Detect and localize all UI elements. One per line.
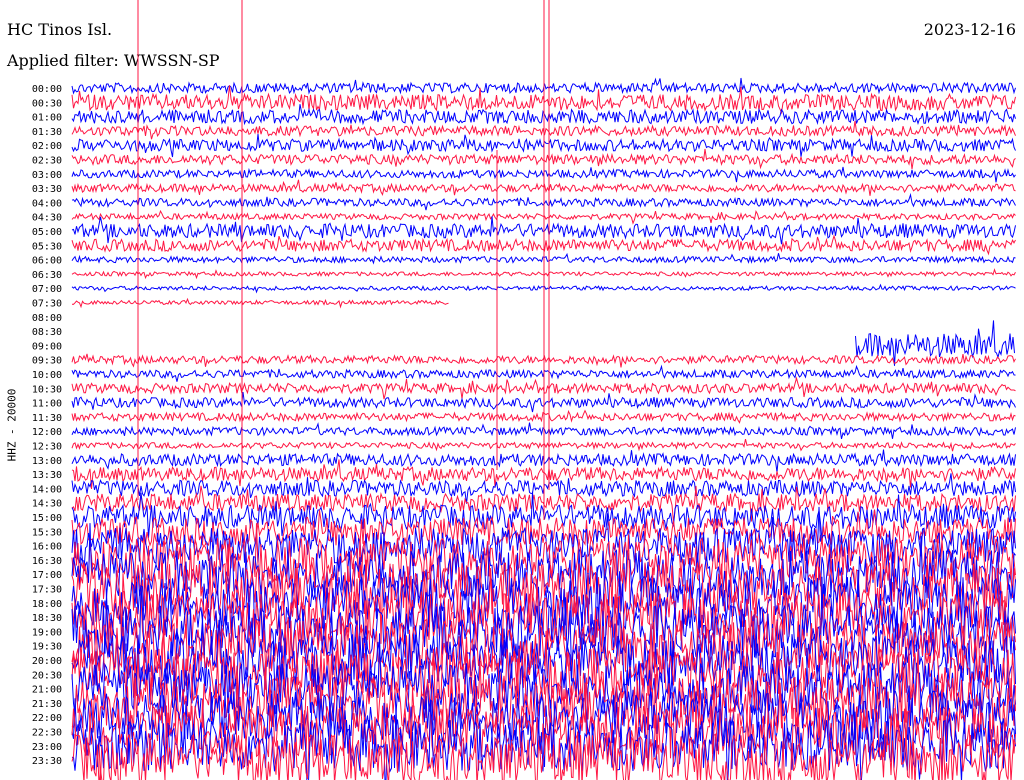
row-label: 20:30 — [32, 670, 62, 681]
seismogram-plot: 00:00 00:30 01:00 01:30 02:00 02:30 03:00 03:30… — [32, 0, 1016, 780]
row-label: 21:30 — [32, 699, 62, 710]
row-label: 17:00 — [32, 570, 62, 581]
row-label: 16:30 — [32, 556, 62, 567]
row-label: 16:00 — [32, 542, 62, 553]
row-label: 17:30 — [32, 585, 62, 596]
row-label: 10:30 — [32, 384, 62, 395]
row-label: 00:30 — [32, 98, 62, 109]
row-label: 11:00 — [32, 399, 62, 410]
row-label: 14:30 — [32, 499, 62, 510]
row-label: 02:00 — [32, 141, 62, 152]
row-label: 07:30 — [32, 299, 62, 310]
helicorder-traces — [71, 0, 1016, 780]
row-label: 23:00 — [32, 742, 62, 753]
row-label: 13:00 — [32, 456, 62, 467]
row-label: 09:00 — [32, 341, 62, 352]
row-label: 00:00 — [32, 84, 62, 95]
row-label: 12:30 — [32, 442, 62, 453]
row-label: 08:00 — [32, 313, 62, 324]
row-label: 14:00 — [32, 484, 62, 495]
row-label: 09:30 — [32, 356, 62, 367]
row-label: 04:30 — [32, 213, 62, 224]
row-label: 22:00 — [32, 713, 62, 724]
row-label: 08:30 — [32, 327, 62, 338]
row-label: 18:30 — [32, 613, 62, 624]
row-label: 01:00 — [32, 113, 62, 124]
row-label: 05:30 — [32, 241, 62, 252]
row-label: 11:30 — [32, 413, 62, 424]
row-label: 06:30 — [32, 270, 62, 281]
row-label: 23:30 — [32, 756, 62, 767]
row-label: 02:30 — [32, 156, 62, 167]
row-label: 18:00 — [32, 599, 62, 610]
row-label: 13:30 — [32, 470, 62, 481]
row-label: 01:30 — [32, 127, 62, 138]
row-label: 10:00 — [32, 370, 62, 381]
row-label: 03:00 — [32, 170, 62, 181]
row-label: 15:30 — [32, 527, 62, 538]
row-labels: 00:00 00:30 01:00 01:30 02:00 02:30 03:00 03:30… — [32, 84, 62, 767]
row-label: 19:30 — [32, 642, 62, 653]
row-label: 05:00 — [32, 227, 62, 238]
row-label: 07:00 — [32, 284, 62, 295]
row-label: 22:30 — [32, 728, 62, 739]
row-label: 20:00 — [32, 656, 62, 667]
row-label: 03:30 — [32, 184, 62, 195]
row-label: 06:00 — [32, 256, 62, 267]
row-label: 15:00 — [32, 513, 62, 524]
row-label: 19:00 — [32, 627, 62, 638]
row-label: 04:00 — [32, 198, 62, 209]
row-label: 12:00 — [32, 427, 62, 438]
trace-row — [71, 297, 449, 309]
row-label: 21:00 — [32, 685, 62, 696]
